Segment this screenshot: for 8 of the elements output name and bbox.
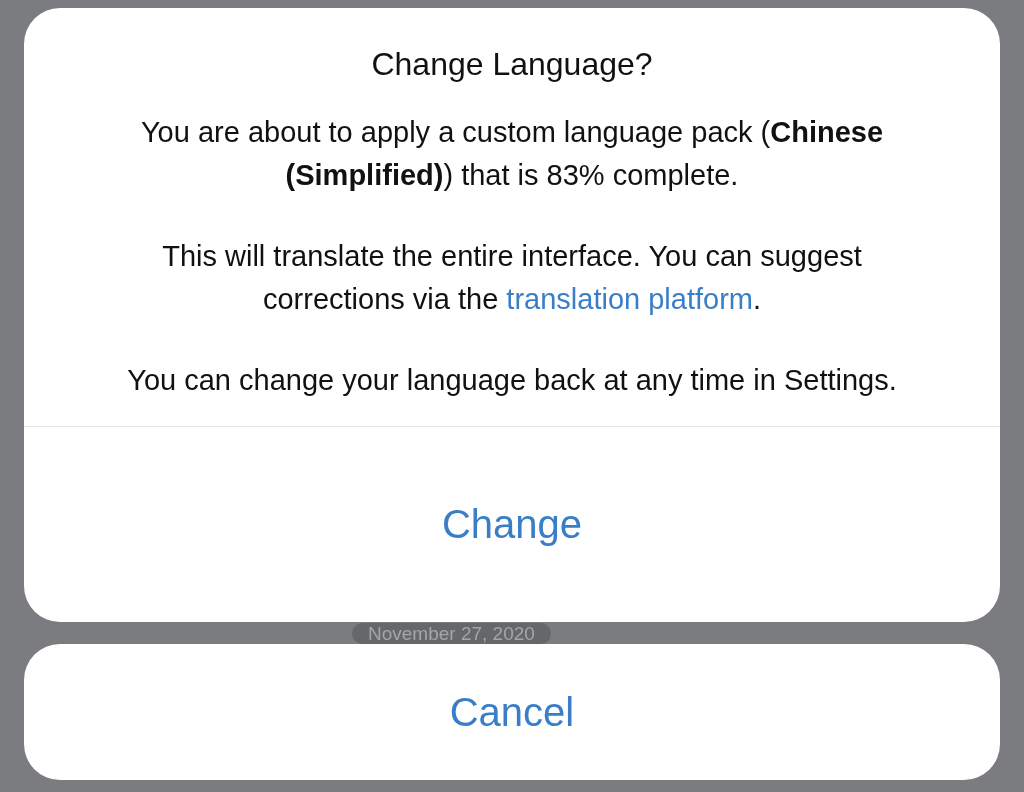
translation-link[interactable]: translation platform bbox=[506, 283, 753, 315]
alert-message: You are about to apply a custom language pack (Chinese (Simplified)) that is 83% complete. bbox=[139, 115, 885, 193]
date-badge: November 27, 2020 bbox=[352, 623, 551, 644]
cancel-button[interactable]: Cancel bbox=[24, 644, 1000, 780]
change-button[interactable]: Change bbox=[24, 426, 1000, 622]
alert-message: This will translate the entire interface. You can suggest corrections via the translation platform. bbox=[161, 239, 863, 317]
alert-message: You can change your language back at any time in Settings. bbox=[127, 363, 897, 398]
alert-title: Change Language? bbox=[371, 46, 653, 83]
